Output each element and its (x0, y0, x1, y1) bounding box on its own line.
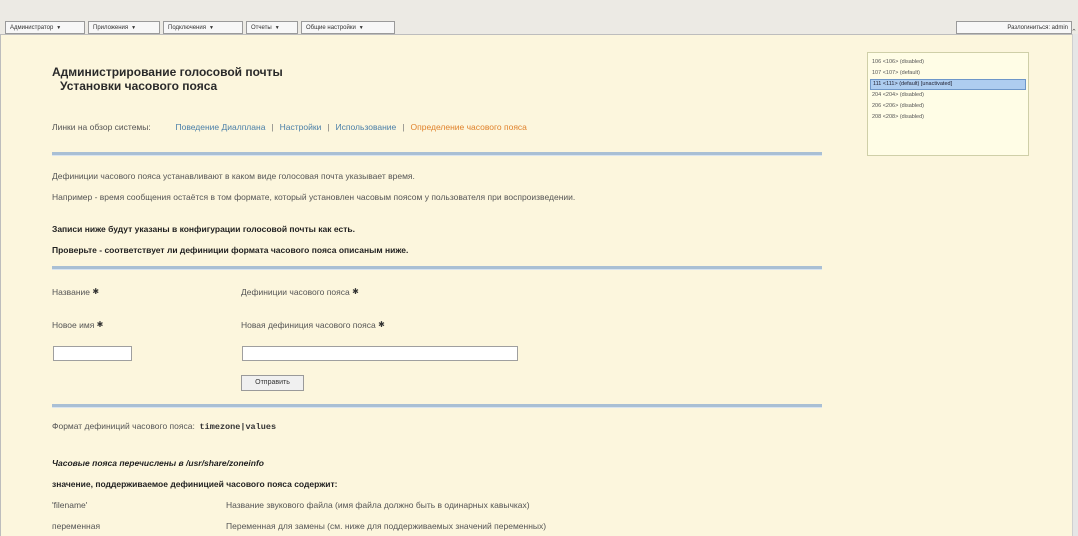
format-label: Формат дефиниций часового пояса: (52, 421, 195, 431)
menu-label: Администратор (10, 25, 54, 31)
name-column-header: Название ✱ (52, 287, 99, 297)
menu-reports[interactable]: Отчеты ▼ (246, 21, 298, 34)
new-name-label: Новое имя (52, 320, 95, 330)
definition-column-header: Дефиниции часового пояса ✱ (241, 287, 359, 297)
vertical-scrollbar[interactable] (1072, 34, 1078, 536)
extension-item[interactable]: 204 <204> (disabled) (870, 90, 1026, 101)
intro-line-2: Например - время сообщения остаётся в то… (52, 192, 576, 202)
divider (52, 152, 822, 156)
zones-note-path: /usr/share/zoneinfo (186, 458, 264, 468)
menu-label: Общие настройки (306, 25, 356, 31)
link-dialplan-behavior[interactable]: Поведение Диалплана (176, 122, 266, 132)
format-row-desc: Переменная для замены (см. ниже для подд… (226, 521, 547, 531)
menu-label: Подключения (168, 25, 206, 31)
link-separator: | (271, 122, 274, 132)
definition-label: Дефиниции часового пояса (241, 287, 350, 297)
new-definition-header: Новая дефиниция часового пояса ✱ (241, 320, 385, 330)
page-subtitle: Установки часового пояса (60, 79, 218, 93)
format-row-key: 'filename' (52, 500, 88, 510)
required-icon: ✱ (96, 320, 104, 329)
menu-general-settings[interactable]: Общие настройки ▼ (301, 21, 395, 34)
format-row-key: переменная (52, 521, 101, 531)
format-row-desc: Название звукового файла (имя файла долж… (226, 500, 530, 510)
required-icon: ✱ (352, 287, 359, 296)
zones-note-prefix: Часовые пояса перечислены в (52, 458, 184, 468)
extension-item[interactable]: 107 <107> (default) (870, 68, 1026, 79)
extension-item[interactable]: 208 <208> (disabled) (870, 112, 1026, 123)
chevron-down-icon: ▼ (274, 25, 280, 31)
menu-label: Приложения (93, 25, 129, 31)
name-label: Название (52, 287, 90, 297)
link-separator: | (327, 122, 330, 132)
intro-line-1: Дефиниции часового пояса устанавливают в… (52, 171, 415, 181)
extension-item[interactable]: 106 <106> (disabled) (870, 57, 1026, 68)
intro-bold-1: Записи ниже будут указаны в конфигурации… (52, 224, 355, 234)
intro-bold-2: Проверьте - соответствует ли дефиниции ф… (52, 245, 409, 255)
submit-button[interactable]: Отправить (241, 375, 304, 391)
logout-button[interactable]: Разлогиниться: admin (956, 21, 1072, 34)
format-line: Формат дефиниций часового пояса: timezon… (52, 421, 276, 432)
menu-label: Отчеты (251, 25, 272, 31)
system-links: Линки на обзор системы: Поведение Диалпл… (52, 122, 527, 132)
required-icon: ✱ (378, 320, 385, 329)
system-links-prefix: Линки на обзор системы: (52, 122, 151, 132)
link-separator: | (402, 122, 405, 132)
link-timezone-definition[interactable]: Определение часового пояса (411, 122, 527, 132)
new-name-input[interactable] (53, 346, 132, 361)
page-title: Администрирование голосовой почты (52, 65, 283, 79)
chevron-down-icon: ▼ (358, 25, 364, 31)
extension-item-selected[interactable]: 111 <111> (default) [unactivated] (870, 79, 1026, 90)
divider (52, 404, 822, 408)
format-value: timezone|values (199, 422, 277, 432)
top-navigation-bar: Администратор ▼ Приложения ▼ Подключения ▼ … (0, 0, 1078, 35)
chevron-down-icon: ▼ (56, 25, 62, 31)
extension-item[interactable]: 206 <206> (disabled) (870, 101, 1026, 112)
menu-administrator[interactable]: Администратор ▼ (5, 21, 85, 34)
extension-list[interactable]: 106 <106> (disabled) 107 <107> (default)… (867, 52, 1029, 156)
supported-heading: значение, поддерживаемое дефиницией часо… (52, 479, 338, 489)
new-definition-input[interactable] (242, 346, 518, 361)
new-definition-label: Новая дефиниция часового пояса (241, 320, 376, 330)
chevron-down-icon: ▼ (131, 25, 137, 31)
menu-applications[interactable]: Приложения ▼ (88, 21, 160, 34)
zones-note: Часовые пояса перечислены в /usr/share/z… (52, 458, 264, 468)
required-icon: ✱ (92, 287, 100, 296)
link-usage[interactable]: Использование (336, 122, 397, 132)
link-settings[interactable]: Настройки (280, 122, 322, 132)
chevron-down-icon: ▼ (208, 25, 214, 31)
divider (52, 266, 822, 270)
menu-connections[interactable]: Подключения ▼ (163, 21, 243, 34)
new-name-header: Новое имя ✱ (52, 320, 103, 330)
